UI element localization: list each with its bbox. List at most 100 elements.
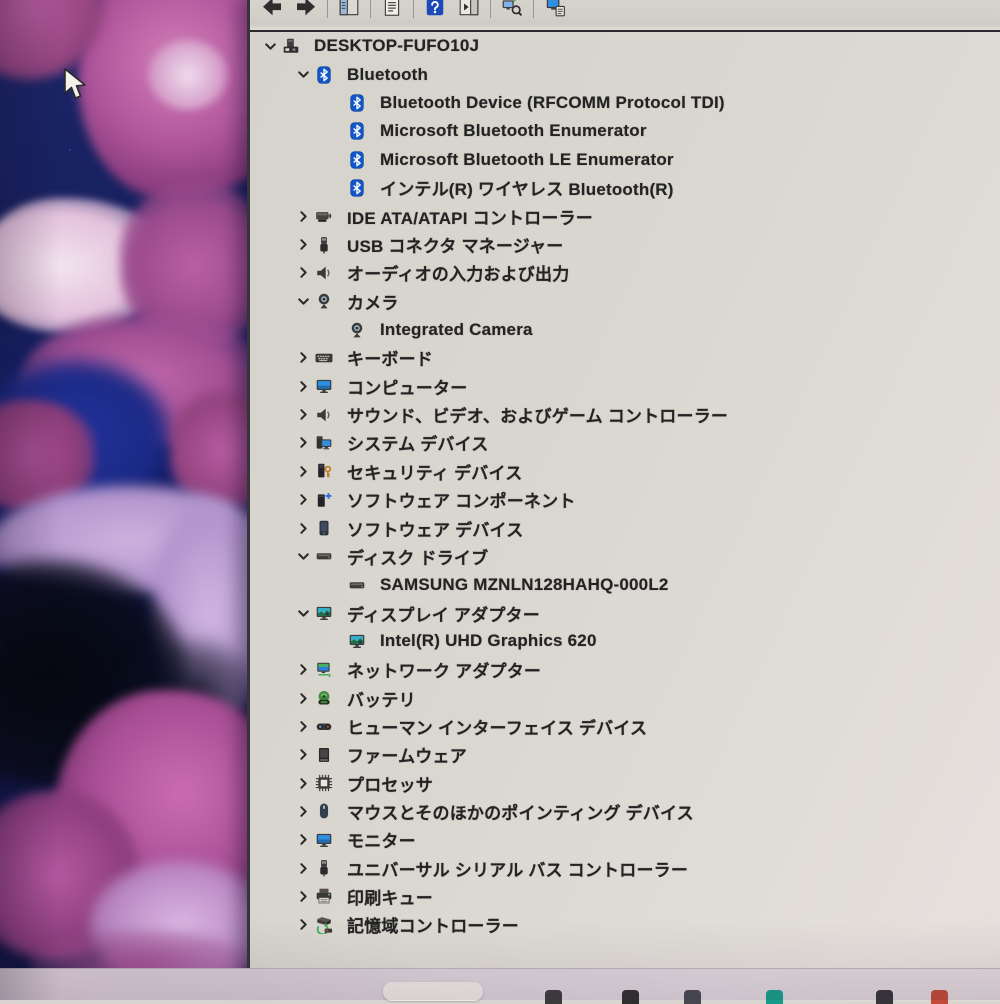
computer-icon [282,36,309,56]
tree-item[interactable]: マウスとそのほかのポインティング デバイス [250,797,1000,825]
tree-item[interactable]: Intel(R) UHD Graphics 620 [250,627,1000,655]
device-properties-button[interactable] [538,0,572,22]
tree-item-label: Intel(R) UHD Graphics 620 [380,631,597,651]
storage-icon [315,915,342,935]
tree-item[interactable]: カメラ [250,287,1000,315]
sw-device-icon [315,518,342,538]
chevron-right-icon[interactable] [291,745,315,765]
tree-item[interactable]: インテル(R) ワイヤレス Bluetooth(R) [250,174,1000,202]
tree-item[interactable]: プロセッサ [250,769,1000,797]
tree-item[interactable]: Microsoft Bluetooth LE Enumerator [250,145,1000,173]
tree-item-label: ユニバーサル シリアル バス コントローラー [347,856,688,881]
tree-item-label: USB コネクタ マネージャー [347,232,563,257]
device-manager-window: DESKTOP-FUFO10J Bluetooth Bluetooth Devi… [247,0,1000,968]
tree-item-label: キーボード [347,345,433,370]
tree-item-label: インテル(R) ワイヤレス Bluetooth(R) [380,175,674,200]
audio-icon [315,405,342,425]
tree-item[interactable]: ネットワーク アダプター [250,656,1000,684]
tree-item[interactable]: ディスプレイ アダプター [250,599,1000,627]
tree-item[interactable]: IDE ATA/ATAPI コントローラー [250,202,1000,230]
tree-item[interactable]: DESKTOP-FUFO10J [250,32,1000,60]
taskbar-app-6[interactable] [931,990,948,1004]
tree-item[interactable]: ソフトウェア コンポーネント [250,486,1000,514]
chevron-right-icon[interactable] [291,348,315,368]
tree-item-label: ディスク ドライブ [347,544,488,569]
chevron-right-icon[interactable] [291,716,315,736]
chevron-down-icon[interactable] [291,291,315,311]
tree-item-label: ソフトウェア デバイス [347,516,523,541]
taskbar-widget[interactable] [383,982,483,1001]
chevron-right-icon[interactable] [291,376,315,396]
taskbar-app-4[interactable] [766,990,783,1004]
tree-item[interactable]: 印刷キュー [250,882,1000,910]
chevron-right-icon[interactable] [291,405,315,425]
tree-item[interactable]: サウンド、ビデオ、およびゲーム コントローラー [250,400,1000,428]
usb-icon [315,858,342,878]
tree-item[interactable]: キーボード [250,344,1000,372]
tree-item[interactable]: SAMSUNG MZNLN128HAHQ-000L2 [250,571,1000,599]
tree-item[interactable]: バッテリ [250,684,1000,712]
chevron-right-icon[interactable] [291,235,315,255]
tree-item-label: コンピューター [347,374,467,399]
tree-item[interactable]: モニター [250,826,1000,854]
chevron-right-icon[interactable] [291,206,315,226]
tree-item-label: サウンド、ビデオ、およびゲーム コントローラー [347,402,728,427]
tree-item[interactable]: Microsoft Bluetooth Enumerator [250,117,1000,145]
chevron-right-icon[interactable] [291,830,315,850]
tree-item[interactable]: セキュリティ デバイス [250,457,1000,485]
chevron-right-icon[interactable] [291,886,315,906]
tree-item[interactable]: ファームウェア [250,741,1000,769]
taskbar-app-3[interactable] [684,990,701,1004]
chevron-right-icon[interactable] [291,461,315,481]
tree-item-label: Integrated Camera [380,320,533,340]
chevron-right-icon[interactable] [291,801,315,821]
disk-icon [348,575,375,595]
taskbar-app-5[interactable] [876,990,893,1004]
hid-icon [315,716,342,736]
chevron-right-icon[interactable] [291,773,315,793]
chevron-right-icon[interactable] [291,433,315,453]
tree-item[interactable]: ユニバーサル シリアル バス コントローラー [250,854,1000,882]
taskbar[interactable] [0,968,1000,1001]
chevron-right-icon[interactable] [291,688,315,708]
help-button[interactable] [418,0,452,22]
taskbar-app-2[interactable] [622,990,639,1004]
tree-item[interactable]: ソフトウェア デバイス [250,514,1000,542]
tree-item[interactable]: ヒューマン インターフェイス デバイス [250,712,1000,740]
tree-item[interactable]: オーディオの入力および出力 [250,259,1000,287]
chevron-right-icon[interactable] [291,915,315,935]
chevron-right-icon[interactable] [291,518,315,538]
tree-item-label: セキュリティ デバイス [347,459,522,484]
taskbar-app-1[interactable] [545,990,562,1004]
system-icon [315,433,342,453]
tree-item-label: Bluetooth Device (RFCOMM Protocol TDI) [380,93,725,113]
tree-item[interactable]: USB コネクタ マネージャー [250,230,1000,258]
chevron-right-icon[interactable] [291,490,315,510]
tree-item[interactable]: ディスク ドライブ [250,542,1000,570]
properties-button[interactable] [375,0,409,22]
chevron-right-icon[interactable] [291,660,315,680]
forward-button[interactable] [289,0,323,22]
back-button[interactable] [255,0,289,22]
display-icon [348,631,375,651]
forward-arrow-icon [293,0,319,22]
tree-item[interactable]: Bluetooth Device (RFCOMM Protocol TDI) [250,89,1000,117]
ide-icon [315,206,342,226]
tree-item[interactable]: コンピューター [250,372,1000,400]
chevron-right-icon[interactable] [291,263,315,283]
chevron-down-icon[interactable] [291,603,315,623]
chevron-right-icon[interactable] [291,858,315,878]
bluetooth-icon [348,121,375,141]
tree-item[interactable]: 記憶域コントローラー [250,911,1000,939]
scan-for-hardware-changes-button[interactable] [495,0,529,22]
chevron-down-icon[interactable] [291,65,315,85]
tree-item[interactable]: Bluetooth [250,60,1000,88]
tree-item[interactable]: Integrated Camera [250,315,1000,343]
chevron-down-icon[interactable] [258,36,282,56]
tree-item[interactable]: システム デバイス [250,429,1000,457]
device-tree: DESKTOP-FUFO10J Bluetooth Bluetooth Devi… [250,32,1000,966]
chevron-down-icon[interactable] [291,546,315,566]
show-console-tree-button[interactable] [332,0,366,22]
show-action-pane-button[interactable] [452,0,486,22]
tree-item-label: システム デバイス [347,430,489,455]
